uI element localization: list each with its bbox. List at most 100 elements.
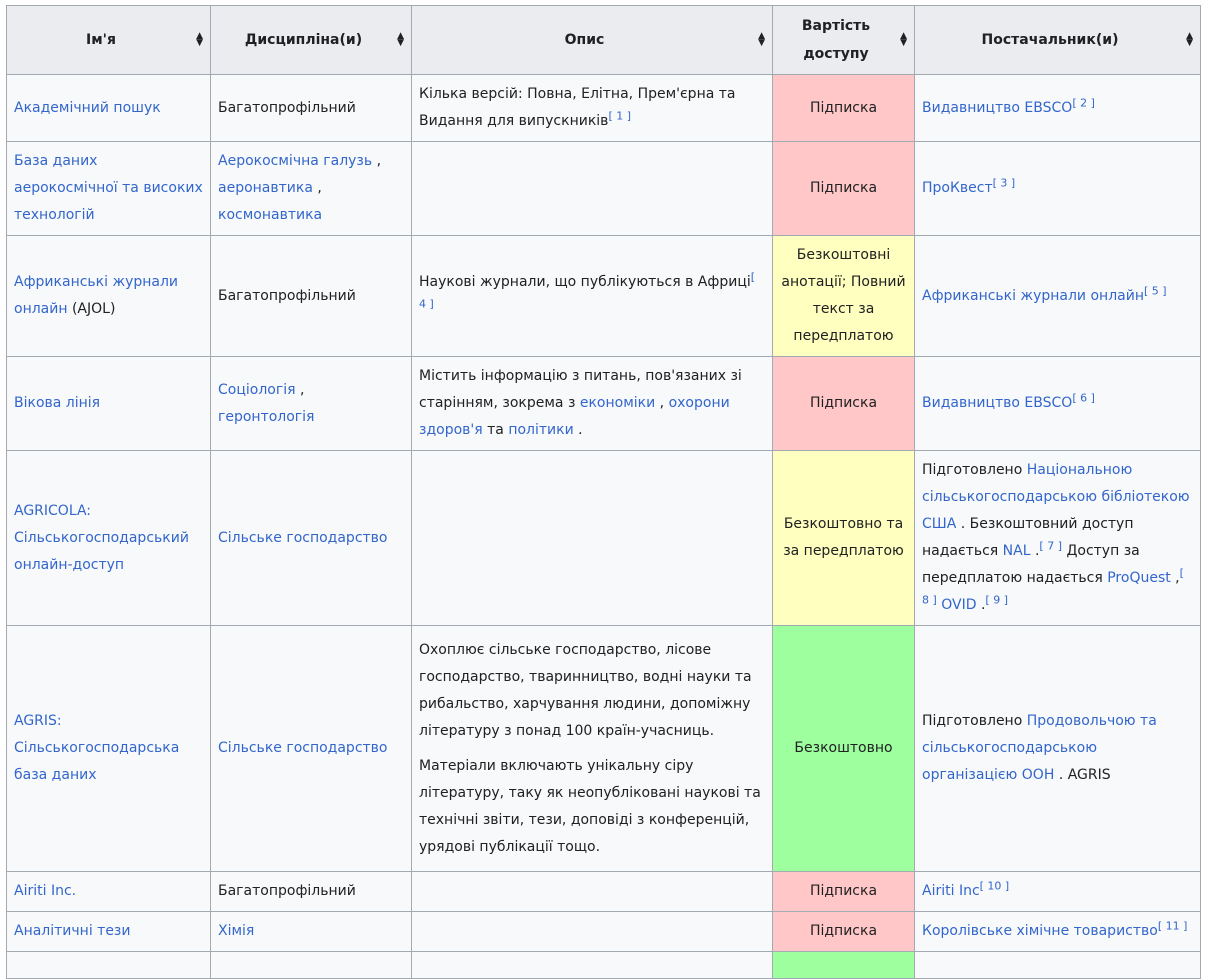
description-paragraph: Охоплює сільське господарство, лісове го… bbox=[419, 641, 752, 739]
table-row: Африканські журнали онлайн (AJOL) Багатоп… bbox=[6, 235, 1201, 357]
cell-cost: Безкоштовно bbox=[772, 625, 915, 872]
column-header-description[interactable]: Опис ▲ ▼ bbox=[411, 5, 773, 75]
wiki-link[interactable]: Хімія bbox=[218, 923, 254, 939]
cell-cost: Підписка bbox=[772, 74, 915, 142]
cell-discipline: Соціологія , геронтологія bbox=[210, 356, 412, 451]
cell-cost: Підписка bbox=[772, 911, 915, 952]
reference-link[interactable]: [ 7 ] bbox=[1039, 539, 1062, 552]
cell-description bbox=[411, 951, 773, 979]
cell-name: AGRICOLA: Сільськогосподарський онлайн-д… bbox=[6, 450, 211, 626]
reference-link[interactable]: [ 9 ] bbox=[985, 593, 1008, 606]
table-row: Airiti Inc. Багатопрофільний Підписка Airit… bbox=[6, 871, 1201, 912]
cell-cost: Безкоштовно та за передплатою bbox=[772, 450, 915, 626]
wiki-link[interactable]: Африканські журнали онлайн bbox=[922, 288, 1144, 304]
text-fragment: , bbox=[655, 395, 669, 411]
reference-link[interactable]: [ 11 ] bbox=[1158, 919, 1188, 932]
cell-cost: Підписка bbox=[772, 141, 915, 236]
table-row bbox=[6, 951, 1201, 979]
reference-link[interactable]: [ 3 ] bbox=[993, 176, 1016, 189]
column-header-discipline[interactable]: Дисципліна(и) ▲ ▼ bbox=[210, 5, 412, 75]
reference-link[interactable]: [ 10 ] bbox=[980, 879, 1010, 892]
database-name-link[interactable]: Вікова лінія bbox=[14, 395, 100, 411]
text-fragment: та bbox=[482, 422, 509, 438]
database-name-link[interactable]: Академічний пошук bbox=[14, 100, 161, 116]
sort-icon[interactable]: ▲ ▼ bbox=[900, 32, 907, 48]
text-fragment: . bbox=[573, 422, 583, 438]
cell-description bbox=[411, 871, 773, 912]
text-fragment: , bbox=[1170, 570, 1180, 586]
text-fragment: Наукові журнали, що публікуються в Африц… bbox=[419, 274, 751, 290]
cell-name: Вікова лінія bbox=[6, 356, 211, 451]
column-header-provider[interactable]: Постачальник(и) ▲ ▼ bbox=[914, 5, 1201, 75]
text-fragment: . AGRIS bbox=[1054, 767, 1111, 783]
wiki-link[interactable]: економіки bbox=[580, 395, 655, 411]
wiki-link[interactable]: Аерокосмічна галузь bbox=[218, 153, 372, 169]
header-label: Вартість доступу bbox=[801, 18, 871, 62]
wiki-link[interactable]: політики bbox=[508, 422, 573, 438]
wiki-link[interactable]: Сільське господарство bbox=[218, 740, 387, 756]
cell-name bbox=[6, 951, 211, 979]
reference-link[interactable]: [ 1 ] bbox=[608, 109, 631, 122]
cell-provider: Африканські журнали онлайн[ 5 ] bbox=[914, 235, 1201, 357]
wiki-link[interactable]: ПроКвест bbox=[922, 180, 993, 196]
wiki-link[interactable]: Соціологія bbox=[218, 382, 296, 398]
cell-discipline bbox=[210, 951, 412, 979]
cell-cost: Підписка bbox=[772, 356, 915, 451]
cell-description: Кілька версій: Повна, Елітна, Прем'єрна … bbox=[411, 74, 773, 142]
header-label: Дисципліна(и) bbox=[244, 32, 363, 48]
wiki-link[interactable]: Королівське хімічне товариство bbox=[922, 923, 1158, 939]
cell-discipline: Аерокосмічна галузь , аеронавтика , косм… bbox=[210, 141, 412, 236]
cell-discipline: Багатопрофільний bbox=[210, 74, 412, 142]
sort-icon[interactable]: ▲ ▼ bbox=[758, 32, 765, 48]
wiki-link[interactable]: Видавництво EBSCO bbox=[922, 395, 1072, 411]
text-fragment: Підготовлено bbox=[922, 462, 1027, 478]
cell-provider: Королівське хімічне товариство[ 11 ] bbox=[914, 911, 1201, 952]
wiki-link[interactable]: геронтологія bbox=[218, 409, 314, 425]
cell-provider: Airiti Inc[ 10 ] bbox=[914, 871, 1201, 912]
database-name-link[interactable]: AGRIS: Сільськогосподарська база даних bbox=[14, 713, 179, 783]
cell-description bbox=[411, 450, 773, 626]
wiki-link[interactable]: Сільське господарство bbox=[218, 530, 387, 546]
reference-link[interactable]: [ 6 ] bbox=[1072, 391, 1095, 404]
table-row: AGRICOLA: Сільськогосподарський онлайн-д… bbox=[6, 450, 1201, 626]
wiki-link[interactable]: NAL bbox=[1003, 543, 1031, 559]
cell-discipline: Багатопрофільний bbox=[210, 235, 412, 357]
reference-link[interactable]: [ 2 ] bbox=[1072, 96, 1095, 109]
cell-discipline: Сільське господарство bbox=[210, 625, 412, 872]
database-name-link[interactable]: База даних аерокосмічної та високих техн… bbox=[14, 153, 203, 223]
name-suffix: (AJOL) bbox=[67, 301, 116, 317]
sort-icon[interactable]: ▲ ▼ bbox=[397, 32, 404, 48]
column-header-cost[interactable]: Вартість доступу ▲ ▼ bbox=[772, 5, 915, 75]
text-fragment: , bbox=[295, 381, 305, 398]
cell-name: AGRIS: Сільськогосподарська база даних bbox=[6, 625, 211, 872]
cell-provider: Видавництво EBSCO[ 2 ] bbox=[914, 74, 1201, 142]
text-fragment: , bbox=[312, 180, 322, 196]
database-name-link[interactable]: AGRICOLA: Сільськогосподарський онлайн-д… bbox=[14, 503, 189, 573]
text-fragment: Кілька версій: Повна, Елітна, Прем'єрна … bbox=[419, 86, 736, 129]
table-row: AGRIS: Сільськогосподарська база даних Сі… bbox=[6, 625, 1201, 872]
cell-name: Академічний пошук bbox=[6, 74, 211, 142]
cell-cost bbox=[772, 951, 915, 979]
cell-cost: Підписка bbox=[772, 871, 915, 912]
reference-link[interactable]: [ 5 ] bbox=[1144, 284, 1167, 297]
cell-name: Африканські журнали онлайн (AJOL) bbox=[6, 235, 211, 357]
table-row: Вікова лінія Соціологія , геронтологія Міс… bbox=[6, 356, 1201, 451]
wiki-link[interactable]: OVID bbox=[941, 597, 976, 613]
cell-provider: ПроКвест[ 3 ] bbox=[914, 141, 1201, 236]
cell-discipline: Багатопрофільний bbox=[210, 871, 412, 912]
column-header-name[interactable]: Ім'я ▲ ▼ bbox=[6, 5, 211, 75]
description-paragraph: Матеріали включають унікальну сіру літер… bbox=[419, 757, 761, 855]
wiki-link[interactable]: ProQuest bbox=[1107, 570, 1171, 586]
table-row: Аналітичні тези Хімія Підписка Королівське … bbox=[6, 911, 1201, 952]
wiki-link[interactable]: аеронавтика bbox=[218, 180, 313, 196]
sort-icon[interactable]: ▲ ▼ bbox=[196, 32, 203, 48]
text-fragment: Багатопрофільний bbox=[218, 99, 356, 116]
wiki-link[interactable]: космонавтика bbox=[218, 207, 322, 223]
wiki-link[interactable]: Видавництво EBSCO bbox=[922, 100, 1072, 116]
cell-cost: Безкоштовні анотації; Повний текст за пе… bbox=[772, 235, 915, 357]
sort-icon[interactable]: ▲ ▼ bbox=[1186, 32, 1193, 48]
database-name-link[interactable]: Аналітичні тези bbox=[14, 923, 130, 939]
cell-name: Airiti Inc. bbox=[6, 871, 211, 912]
cell-discipline: Хімія bbox=[210, 911, 412, 952]
cell-provider: Видавництво EBSCO[ 6 ] bbox=[914, 356, 1201, 451]
